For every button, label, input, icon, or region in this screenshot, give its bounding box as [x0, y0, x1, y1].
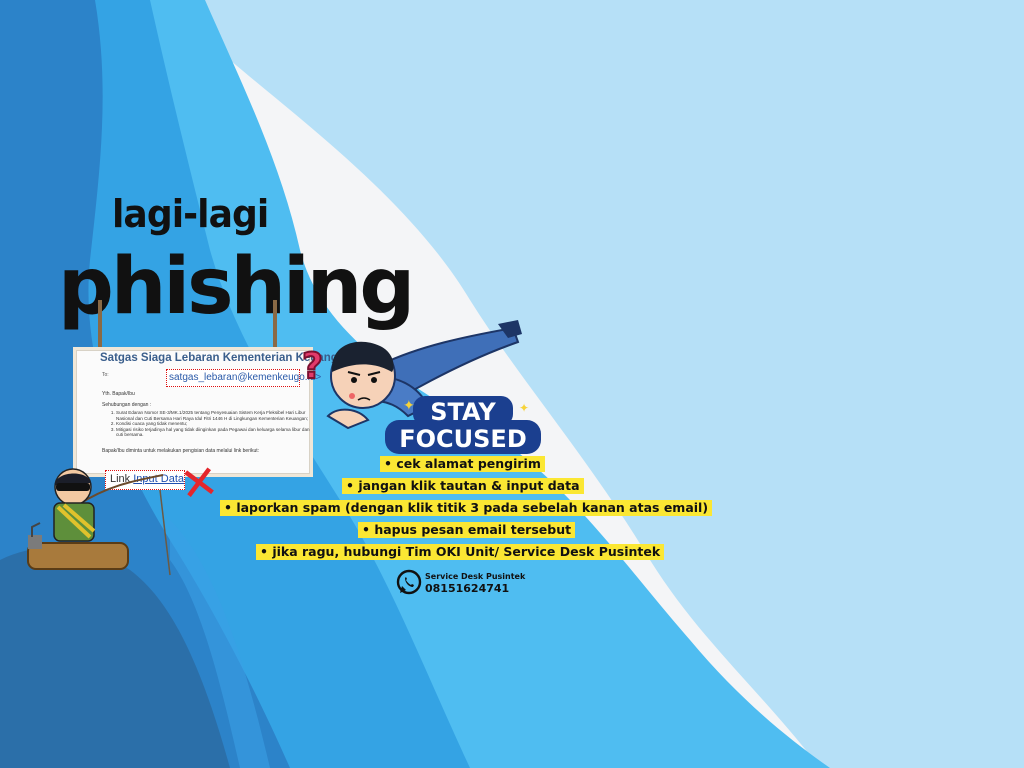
- tip-item: • cek alamat pengirim: [380, 456, 545, 472]
- hacker-fishing-illustration: [27, 468, 164, 570]
- email-list-item: Mitigasi risiko terjadinya hal yang tida…: [116, 427, 312, 438]
- contact-number[interactable]: 08151624741: [425, 582, 509, 595]
- whatsapp-icon: [396, 569, 422, 595]
- email-sender-address: satgas_lebaran@kemenkeugo.id>: [166, 369, 321, 387]
- email-intro: Sehubungan dengan :: [102, 402, 152, 408]
- svg-text:✦: ✦: [403, 398, 415, 414]
- email-list-item: Surat Edaran Nomor SE-3/MK.1/2025 tentan…: [116, 410, 312, 421]
- stay-focused-badge: STAY FOCUSED ✦ ✦: [385, 396, 541, 454]
- badge-line1: STAY: [430, 398, 496, 426]
- contact-label: Service Desk Pusintek: [425, 572, 526, 581]
- tip-item: • hapus pesan email tersebut: [358, 522, 576, 538]
- email-greeting: Yth. Bapak/Ibu: [102, 391, 135, 397]
- tip-item: • jangan klik tautan & input data: [342, 478, 584, 494]
- tip-item: • jika ragu, hubungi Tim OKI Unit/ Servi…: [256, 544, 665, 560]
- email-closing: Bapak/Ibu diminta untuk melakukan pengis…: [102, 448, 260, 454]
- tip-item: • laporkan spam (dengan klik titik 3 pad…: [220, 500, 713, 516]
- email-list: Surat Edaran Nomor SE-3/MK.1/2025 tentan…: [110, 410, 312, 438]
- svg-text:✦: ✦: [519, 401, 529, 415]
- red-x-icon: ✕: [176, 453, 223, 513]
- email-to-label: To:: [102, 372, 109, 378]
- badge-line2: FOCUSED: [399, 425, 527, 453]
